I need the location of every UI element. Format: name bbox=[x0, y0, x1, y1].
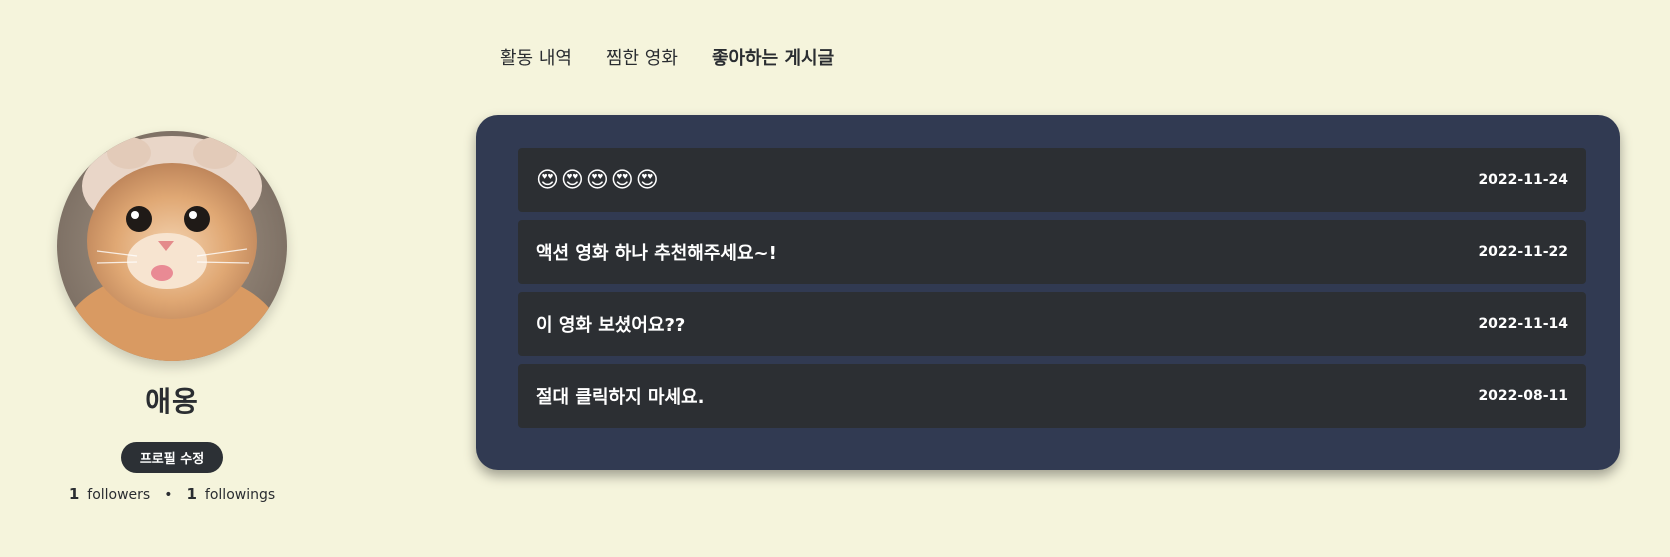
followings-label: followings bbox=[204, 487, 276, 503]
post-row[interactable]: 액션 영화 하나 추천해주세요~! 2022-11-22 bbox=[518, 220, 1586, 284]
follow-stats: 1 followers • 1 followings bbox=[0, 485, 344, 503]
avatar bbox=[57, 131, 287, 361]
followings-link[interactable]: 1 followings bbox=[186, 485, 275, 503]
follow-separator: • bbox=[164, 487, 173, 503]
post-row[interactable]: 절대 클릭하지 마세요. 2022-08-11 bbox=[518, 364, 1586, 428]
post-row[interactable]: 이 영화 보셨어요?? 2022-11-14 bbox=[518, 292, 1586, 356]
tab-wishlist-movies[interactable]: 찜한 영화 bbox=[606, 44, 678, 70]
post-title: 절대 클릭하지 마세요. bbox=[536, 387, 705, 408]
followings-count: 1 bbox=[186, 485, 197, 503]
profile-section: 애옹 프로필 수정 1 followers • 1 followings bbox=[0, 0, 344, 557]
tab-liked-posts[interactable]: 좋아하는 게시글 bbox=[712, 44, 834, 70]
followers-label: followers bbox=[87, 487, 151, 503]
post-date: 2022-08-11 bbox=[1478, 388, 1568, 404]
cat-avatar-image bbox=[57, 131, 287, 361]
followers-link[interactable]: 1 followers bbox=[69, 485, 150, 503]
post-title: 액션 영화 하나 추천해주세요~! bbox=[536, 243, 777, 264]
post-date: 2022-11-24 bbox=[1478, 172, 1568, 188]
post-title: 😍😍😍😍😍 bbox=[536, 167, 661, 193]
post-list: 😍😍😍😍😍 2022-11-24 액션 영화 하나 추천해주세요~! 2022-… bbox=[518, 148, 1586, 436]
tab-activity[interactable]: 활동 내역 bbox=[500, 44, 572, 70]
liked-posts-panel: 😍😍😍😍😍 2022-11-24 액션 영화 하나 추천해주세요~! 2022-… bbox=[476, 115, 1620, 470]
profile-username: 애옹 bbox=[145, 385, 199, 418]
post-date: 2022-11-14 bbox=[1478, 316, 1568, 332]
post-row[interactable]: 😍😍😍😍😍 2022-11-24 bbox=[518, 148, 1586, 212]
followers-count: 1 bbox=[68, 485, 80, 503]
profile-tabs: 활동 내역 찜한 영화 좋아하는 게시글 bbox=[500, 44, 834, 70]
post-date: 2022-11-22 bbox=[1478, 244, 1568, 260]
edit-profile-button[interactable]: 프로필 수정 bbox=[121, 442, 223, 473]
post-title: 이 영화 보셨어요?? bbox=[536, 315, 686, 336]
